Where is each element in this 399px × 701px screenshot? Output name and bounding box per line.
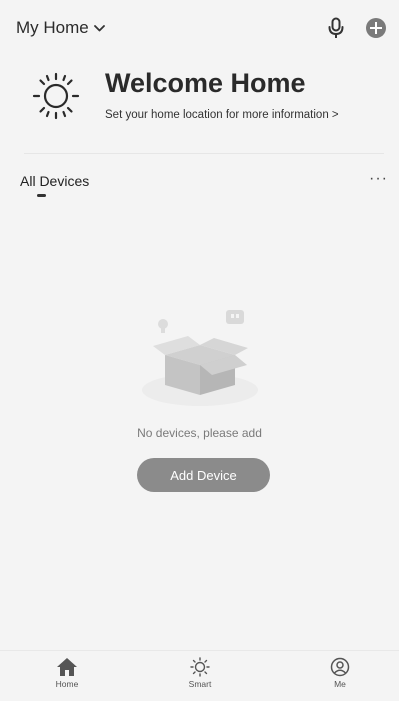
welcome-banner: Welcome Home Set your home location for … xyxy=(0,58,399,138)
divider xyxy=(24,153,384,154)
home-selector[interactable]: My Home xyxy=(16,18,105,38)
top-bar: My Home xyxy=(0,0,399,56)
chevron-down-icon xyxy=(93,24,105,31)
nav-label-me: Me xyxy=(334,679,346,689)
nav-label-smart: Smart xyxy=(188,679,212,689)
welcome-title: Welcome Home xyxy=(105,68,306,98)
user-icon xyxy=(330,657,350,677)
nav-item-smart[interactable]: Smart xyxy=(170,657,230,689)
device-tabs: All Devices ··· xyxy=(0,166,399,206)
empty-state-message: No devices, please add xyxy=(137,426,262,440)
nav-label-home: Home xyxy=(55,679,79,689)
bottom-navigation: Home Smart Me xyxy=(0,650,399,701)
microphone-icon[interactable] xyxy=(327,17,345,39)
tab-active-indicator xyxy=(37,194,46,197)
nav-item-home[interactable]: Home xyxy=(37,657,97,689)
nav-item-me[interactable]: Me xyxy=(310,657,370,689)
empty-box-illustration xyxy=(142,310,258,406)
tab-all-devices[interactable]: All Devices xyxy=(20,173,89,189)
add-device-button[interactable]: Add Device xyxy=(137,458,270,492)
add-icon[interactable] xyxy=(366,18,386,38)
home-icon xyxy=(57,658,77,676)
more-options-icon[interactable]: ··· xyxy=(369,170,388,188)
sun-icon xyxy=(32,72,80,120)
set-location-link[interactable]: Set your home location for more informat… xyxy=(105,109,339,121)
home-selector-label: My Home xyxy=(16,18,89,37)
sun-icon xyxy=(190,657,210,677)
